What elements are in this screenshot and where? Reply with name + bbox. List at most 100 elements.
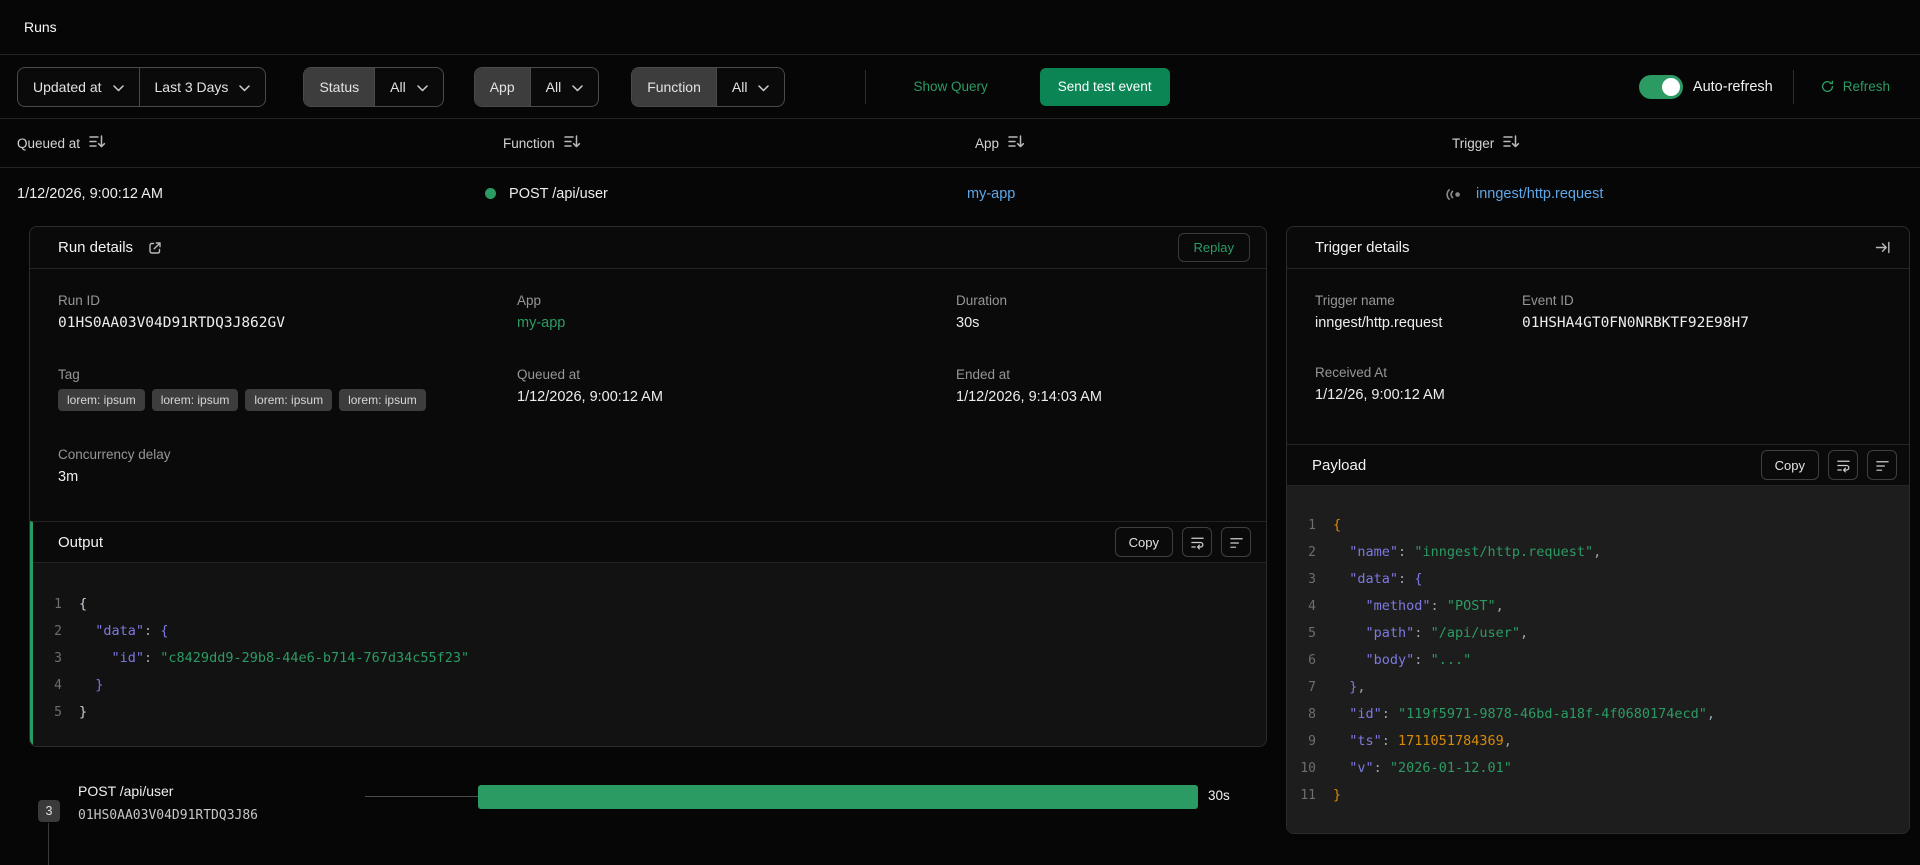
- output-title: Output: [58, 533, 104, 551]
- timeline-step-name: POST /api/user: [78, 783, 174, 799]
- step-count-badge[interactable]: 3: [38, 800, 60, 822]
- payload-section: Payload Copy 1{2 "name": "inngest/http.r…: [1287, 444, 1909, 833]
- line-number: 10: [1300, 761, 1316, 776]
- status-filter-select[interactable]: All: [374, 67, 443, 106]
- replay-button[interactable]: Replay: [1177, 233, 1250, 262]
- show-query-link[interactable]: Show Query: [913, 79, 987, 94]
- output-header: Output Copy: [33, 522, 1266, 563]
- field-queued-at: Queued at 1/12/2026, 9:00:12 AM: [517, 367, 956, 411]
- tag-chip: lorem: ipsum: [245, 389, 333, 411]
- run-details-header: Run details Replay: [30, 227, 1266, 269]
- format-lines-button[interactable]: [1867, 450, 1897, 480]
- app-filter-label: App: [474, 67, 530, 106]
- timeline-connector-vertical: [48, 823, 49, 865]
- trigger-link[interactable]: inngest/http.request: [1476, 186, 1603, 202]
- field-label: Queued at: [517, 367, 581, 382]
- column-header-function[interactable]: Function: [485, 134, 967, 152]
- field-label: Duration: [956, 293, 1008, 308]
- timeline-duration-bar[interactable]: [478, 785, 1198, 809]
- line-number: 8: [1308, 707, 1316, 722]
- field-label: Run ID: [58, 293, 101, 308]
- wrap-text-button[interactable]: [1828, 450, 1858, 480]
- page-title: Runs: [24, 19, 57, 35]
- trigger-details-fields: Trigger name inngest/http.request Event …: [1287, 269, 1909, 444]
- code-line: 1{: [1287, 512, 1909, 539]
- app-link[interactable]: my-app: [517, 315, 956, 331]
- cell-function[interactable]: POST /api/user: [485, 186, 967, 202]
- timeline-run-id: 01HS0AA03V04D91RTDQ3J86: [78, 808, 259, 823]
- format-lines-icon: [1229, 535, 1244, 550]
- app-filter-select[interactable]: All: [529, 67, 599, 106]
- line-number: 7: [1308, 680, 1316, 695]
- tag-chip: lorem: ipsum: [58, 389, 145, 411]
- code-line: 3 "data": {: [1287, 566, 1909, 593]
- field-duration: Duration 30s: [956, 293, 1238, 331]
- sort-and-range-select: Updated at Last 3 Days: [17, 66, 267, 107]
- main-content: Run details Replay Run ID 01HS0AA03V04D9…: [0, 220, 1920, 865]
- timeline-duration-label: 30s: [1208, 788, 1230, 803]
- duration-value: 30s: [956, 315, 980, 331]
- wrap-text-icon: [1190, 535, 1205, 550]
- run-id-value: 01HS0AA03V04D91RTDQ3J862GV: [58, 315, 285, 331]
- time-range-select[interactable]: Last 3 Days: [138, 67, 266, 106]
- wrap-text-button[interactable]: [1182, 527, 1212, 557]
- run-timeline: 3 POST /api/user 01HS0AA03V04D91RTDQ3J86…: [0, 775, 1280, 865]
- cell-queued-at: 1/12/2026, 9:00:12 AM: [17, 186, 163, 202]
- table-row[interactable]: 1/12/2026, 9:00:12 AM POST /api/user my-…: [0, 168, 1920, 220]
- field-label: Ended at: [956, 367, 1011, 382]
- code-line: 2 "data": {: [33, 618, 1266, 645]
- field-label: Trigger name: [1315, 293, 1395, 308]
- function-filter-select[interactable]: All: [715, 67, 785, 106]
- line-number: 3: [1308, 572, 1316, 587]
- column-header-app[interactable]: App: [967, 134, 1445, 152]
- chevron-down-icon: [572, 79, 583, 95]
- app-filter-value: All: [545, 78, 562, 95]
- auto-refresh-toggle[interactable]: [1638, 74, 1683, 99]
- app-filter: App All: [473, 66, 600, 107]
- column-header-trigger[interactable]: Trigger: [1445, 134, 1920, 152]
- code-line: 10 "v": "2026-01-12.01": [1287, 755, 1909, 782]
- sort-icon: [89, 134, 106, 152]
- field-app: App my-app: [517, 293, 956, 331]
- line-number: 2: [1308, 545, 1316, 560]
- field-label: Tag: [58, 367, 80, 382]
- app-link[interactable]: my-app: [967, 186, 1015, 202]
- sort-icon: [564, 134, 581, 152]
- column-header-queued-at[interactable]: Queued at: [17, 134, 485, 152]
- copy-payload-button[interactable]: Copy: [1760, 450, 1819, 480]
- format-lines-button[interactable]: [1221, 527, 1251, 557]
- filter-toolbar: Updated at Last 3 Days Status All App Al…: [0, 55, 1920, 119]
- line-number: 5: [1308, 626, 1316, 641]
- status-filter-label: Status: [304, 67, 375, 106]
- line-number: 1: [1308, 518, 1316, 533]
- tag-chip: lorem: ipsum: [151, 389, 239, 411]
- tag-chip-list: lorem: ipsum lorem: ipsum lorem: ipsum lore…: [58, 389, 517, 411]
- copy-output-button[interactable]: Copy: [1114, 527, 1173, 557]
- sort-field-select[interactable]: Updated at: [18, 68, 138, 106]
- format-lines-icon: [1875, 458, 1890, 473]
- event-id-value: 01HSHA4GT0FN0NRBKTF92E98H7: [1522, 315, 1749, 331]
- run-details-fields: Run ID 01HS0AA03V04D91RTDQ3J862GV App my…: [30, 269, 1266, 521]
- collapse-panel-button[interactable]: [1873, 238, 1893, 257]
- open-run-external-button[interactable]: [145, 238, 165, 258]
- refresh-button[interactable]: Refresh: [1814, 78, 1896, 95]
- code-line: 5 "path": "/api/user",: [1287, 620, 1909, 647]
- ended-at-value: 1/12/2026, 9:14:03 AM: [956, 389, 1102, 405]
- field-ended-at: Ended at 1/12/2026, 9:14:03 AM: [956, 367, 1238, 411]
- code-line: 4 }: [33, 672, 1266, 699]
- run-details-title: Run details: [58, 239, 134, 256]
- tag-chip: lorem: ipsum: [339, 389, 426, 411]
- send-test-event-button[interactable]: Send test event: [1039, 67, 1170, 106]
- code-line: 2 "name": "inngest/http.request",: [1287, 539, 1909, 566]
- line-number: 3: [54, 651, 62, 666]
- payload-title: Payload: [1312, 456, 1367, 474]
- payload-code-block[interactable]: 1{2 "name": "inngest/http.request", 3 "da…: [1287, 486, 1909, 833]
- sort-icon: [1503, 134, 1520, 152]
- chevron-down-icon: [112, 79, 124, 95]
- function-name: POST /api/user: [509, 186, 608, 202]
- output-code-block[interactable]: 1{2 "data": {3 "id": "c8429dd9-29b8-44e6…: [33, 563, 1266, 746]
- code-line: 11}: [1287, 782, 1909, 809]
- chevron-down-icon: [416, 79, 428, 95]
- field-trigger-name: Trigger name inngest/http.request: [1315, 293, 1522, 331]
- function-filter: Function All: [631, 66, 786, 107]
